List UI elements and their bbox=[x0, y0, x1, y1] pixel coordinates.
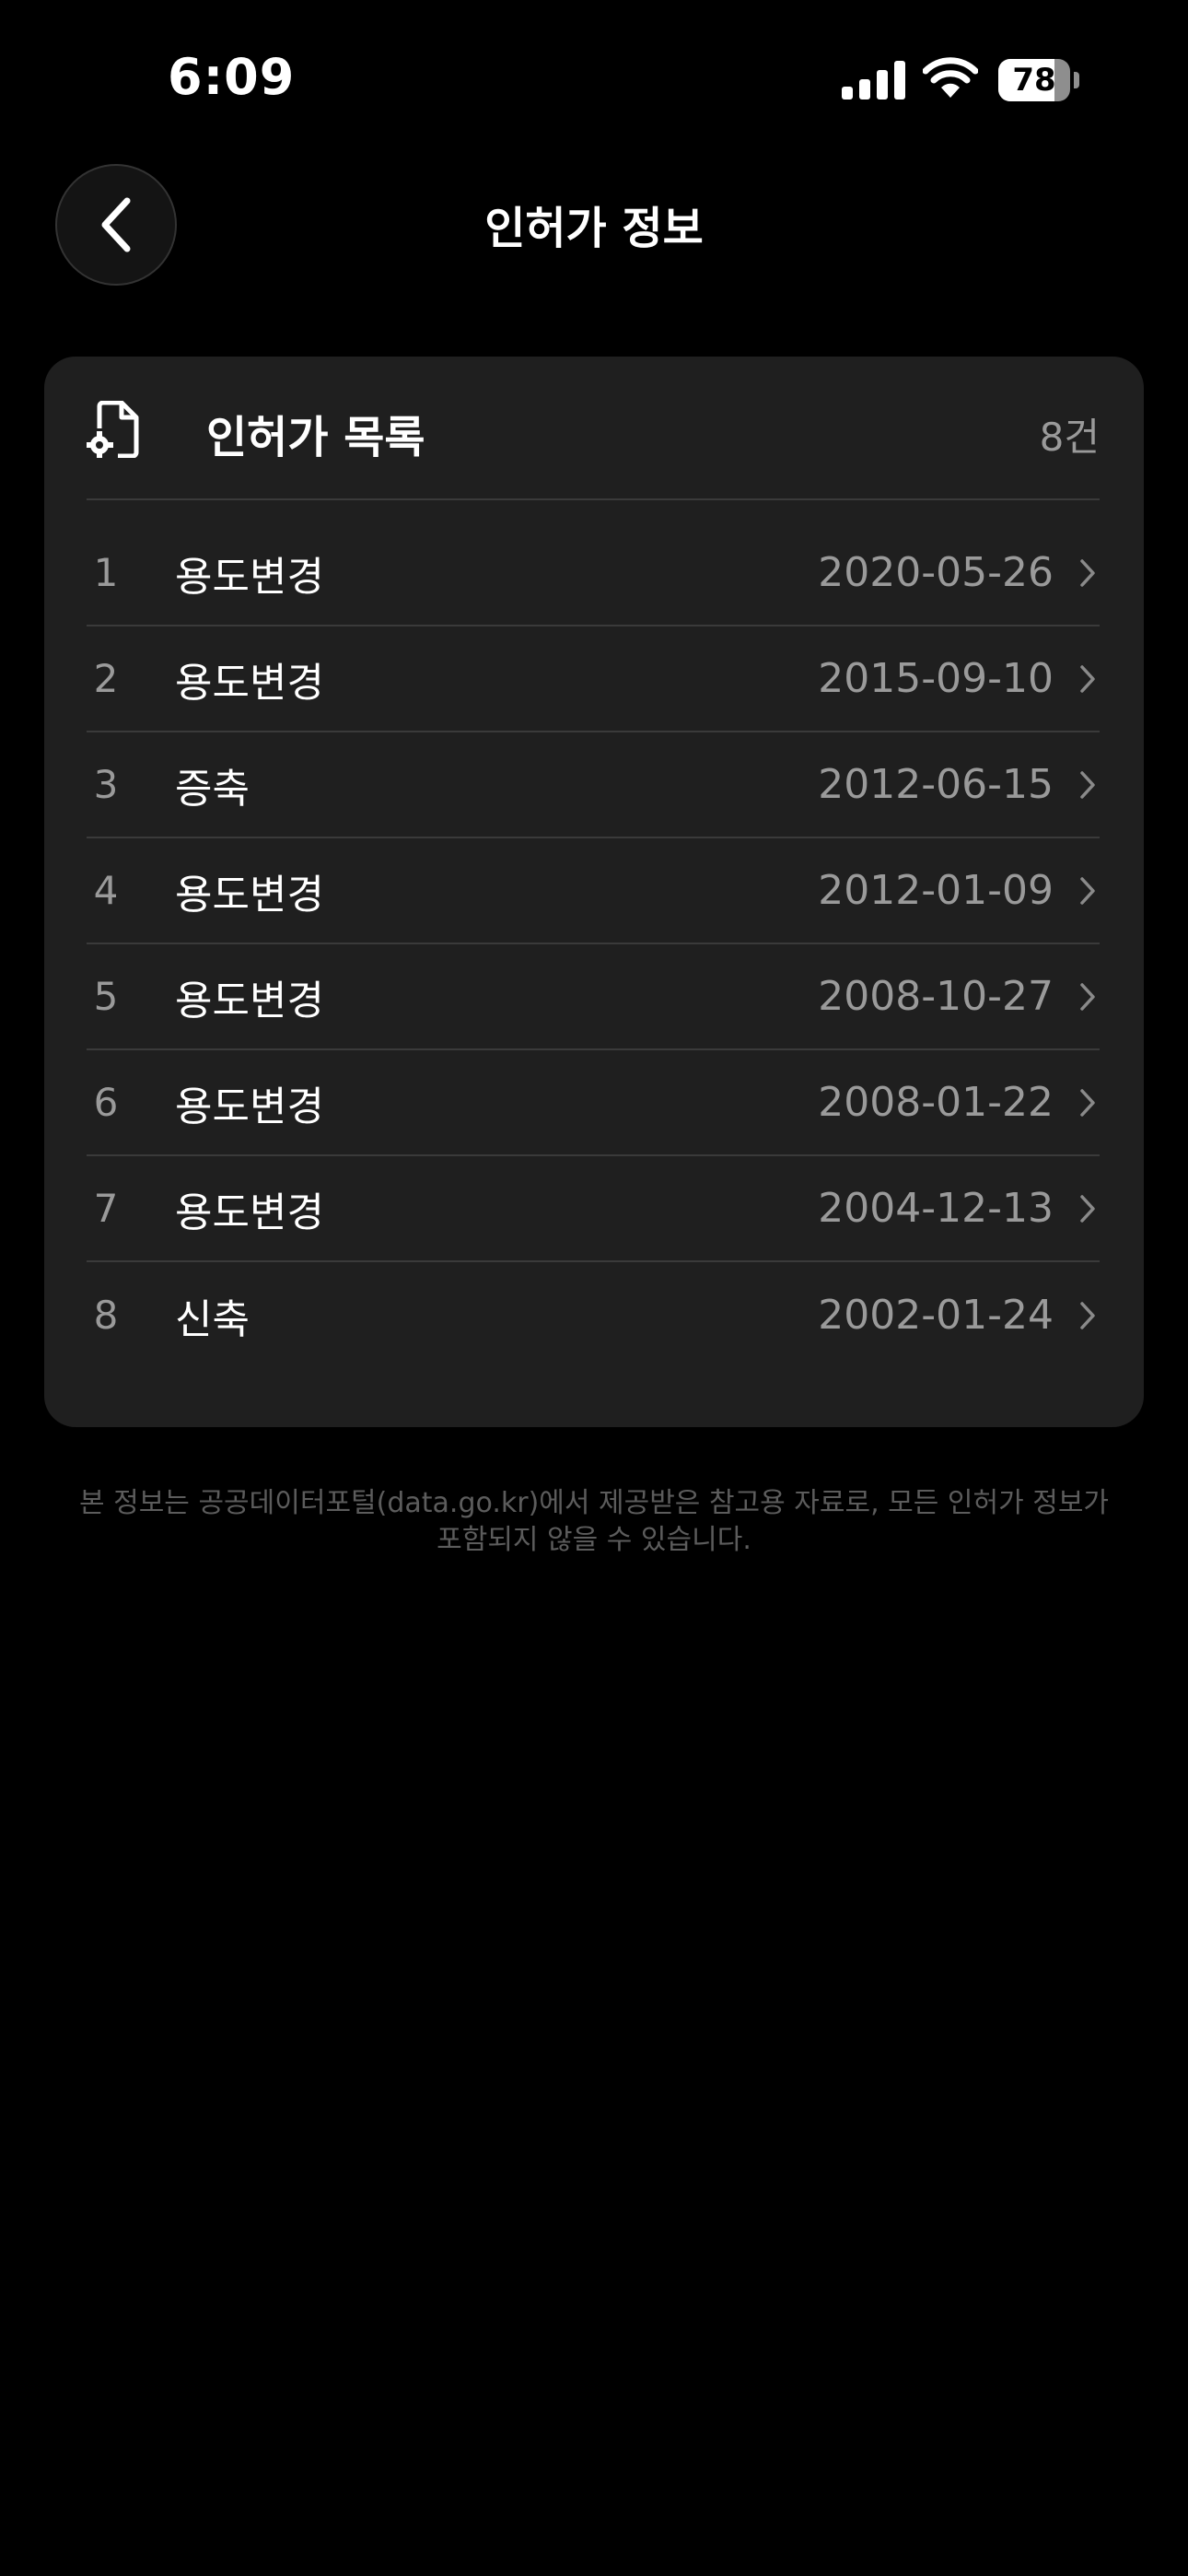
row-type: 용도변경 bbox=[175, 553, 324, 601]
disclaimer: 본 정보는 공공데이터포털(data.go.kr)에서 제공받은 참고용 자료로… bbox=[55, 1485, 1133, 1559]
row-index: 5 bbox=[93, 974, 119, 1019]
document-gear-icon bbox=[87, 401, 139, 458]
chevron-right-icon bbox=[1076, 626, 1100, 731]
permit-list: 1 용도변경 2020-05-26 2 용도변경 2015-09-10 3 증축… bbox=[87, 521, 1100, 1368]
permit-row[interactable]: 5 용도변경 2008-10-27 bbox=[87, 944, 1100, 1050]
row-index: 6 bbox=[93, 1080, 119, 1125]
permit-row[interactable]: 8 신축 2002-01-24 bbox=[87, 1262, 1100, 1368]
status-time: 6:09 bbox=[168, 48, 296, 106]
permit-row[interactable]: 7 용도변경 2004-12-13 bbox=[87, 1156, 1100, 1262]
row-index: 7 bbox=[93, 1186, 119, 1231]
row-index: 3 bbox=[93, 762, 119, 807]
row-type: 신축 bbox=[175, 1295, 250, 1343]
row-date: 2020-05-26 bbox=[818, 549, 1054, 596]
permit-row[interactable]: 6 용도변경 2008-01-22 bbox=[87, 1050, 1100, 1156]
card-header: 인허가 목록 8건 bbox=[87, 357, 1100, 500]
row-date: 2008-10-27 bbox=[818, 973, 1054, 1020]
row-type: 용도변경 bbox=[175, 977, 324, 1025]
permit-row[interactable]: 4 용도변경 2012-01-09 bbox=[87, 838, 1100, 944]
row-index: 1 bbox=[93, 550, 119, 595]
screen: 6:09 78 인허가 정보 인허가 목록 8건 1 용도변경 2020-05-… bbox=[0, 0, 1188, 2576]
card-count: 8건 bbox=[1039, 415, 1100, 460]
row-index: 4 bbox=[93, 868, 119, 913]
chevron-right-icon bbox=[1076, 1262, 1100, 1368]
page-title: 인허가 정보 bbox=[484, 203, 704, 254]
chevron-right-icon bbox=[1076, 1050, 1100, 1154]
row-date: 2015-09-10 bbox=[818, 655, 1054, 702]
card-title: 인허가 목록 bbox=[206, 412, 425, 463]
status-bar: 6:09 78 bbox=[0, 0, 1188, 157]
row-type: 증축 bbox=[175, 765, 250, 813]
row-date: 2012-06-15 bbox=[818, 761, 1054, 808]
chevron-right-icon bbox=[1076, 1156, 1100, 1260]
cellular-signal-icon bbox=[842, 61, 905, 100]
row-date: 2012-01-09 bbox=[818, 867, 1054, 914]
row-type: 용도변경 bbox=[175, 1083, 324, 1130]
battery-percent: 78 bbox=[1012, 62, 1056, 99]
row-type: 용도변경 bbox=[175, 871, 324, 919]
row-date: 2008-01-22 bbox=[818, 1079, 1054, 1126]
disclaimer-line-2: 포함되지 않을 수 있습니다. bbox=[437, 1524, 751, 1556]
row-type: 용도변경 bbox=[175, 1188, 324, 1236]
permit-row[interactable]: 3 증축 2012-06-15 bbox=[87, 732, 1100, 838]
battery-icon: 78 bbox=[998, 59, 1070, 101]
row-index: 8 bbox=[93, 1293, 119, 1338]
chevron-right-icon bbox=[1076, 732, 1100, 837]
row-type: 용도변경 bbox=[175, 659, 324, 707]
row-date: 2002-01-24 bbox=[818, 1292, 1054, 1339]
permit-row[interactable]: 1 용도변경 2020-05-26 bbox=[87, 521, 1100, 626]
row-index: 2 bbox=[93, 656, 119, 701]
row-date: 2004-12-13 bbox=[818, 1185, 1054, 1232]
chevron-right-icon bbox=[1076, 521, 1100, 625]
chevron-right-icon bbox=[1076, 944, 1100, 1048]
wifi-icon bbox=[923, 57, 978, 98]
permit-list-card: 인허가 목록 8건 1 용도변경 2020-05-26 2 용도변경 2015-… bbox=[44, 357, 1144, 1427]
battery-nub bbox=[1074, 72, 1079, 88]
permit-row[interactable]: 2 용도변경 2015-09-10 bbox=[87, 626, 1100, 732]
disclaimer-line-1: 본 정보는 공공데이터포털(data.go.kr)에서 제공받은 참고용 자료로… bbox=[78, 1487, 1110, 1519]
chevron-right-icon bbox=[1076, 838, 1100, 943]
